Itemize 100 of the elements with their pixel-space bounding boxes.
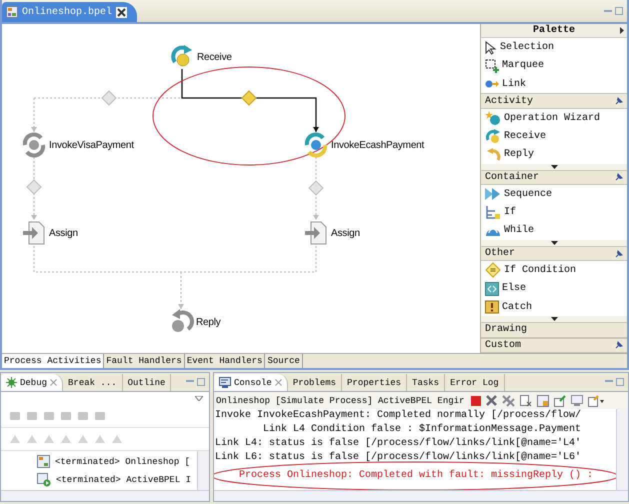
- invoke-icon[interactable]: [303, 132, 329, 158]
- display-console-icon[interactable]: [571, 394, 584, 406]
- palette-drawer[interactable]: Drawing: [481, 322, 627, 338]
- palette-tool[interactable]: If: [481, 203, 627, 222]
- pin-icon[interactable]: [615, 173, 623, 182]
- view-tab[interactable]: Break ...: [63, 374, 123, 391]
- pin-icon[interactable]: [615, 341, 623, 350]
- scroll-lock-icon[interactable]: [537, 394, 550, 406]
- open-console-icon[interactable]: [588, 394, 604, 406]
- arrow-icon[interactable]: [620, 27, 624, 34]
- link-icon: [485, 79, 499, 90]
- editor-page-tab[interactable]: Event Handlers: [184, 354, 266, 368]
- palette-tool[interactable]: Reply: [481, 146, 627, 164]
- connector-line: [31, 156, 37, 220]
- debug-tree-item[interactable]: <terminated> ActiveBPEL I: [1, 470, 197, 488]
- scrollbar[interactable]: [1, 490, 209, 501]
- debug-toolbar-icon[interactable]: [26, 433, 38, 445]
- process-icon: [37, 455, 50, 468]
- link-diamond[interactable]: [308, 180, 324, 196]
- debug-toolbar-icon[interactable]: [94, 410, 106, 422]
- view-menu-icon[interactable]: [195, 396, 203, 401]
- assign-icon[interactable]: [303, 220, 329, 246]
- connector-line: [313, 156, 319, 220]
- activity-label: Assign: [331, 228, 360, 238]
- console-description: Onlineshop [Simulate Process] ActiveBPEL Engir: [216, 396, 464, 406]
- view-tab[interactable]: Outline: [122, 374, 172, 391]
- pin-console-icon[interactable]: [554, 394, 566, 406]
- minimize-icon[interactable]: [604, 7, 612, 15]
- stop-icon[interactable]: [471, 396, 482, 406]
- receive-icon: [485, 128, 501, 144]
- debug-toolbar-icon[interactable]: [26, 410, 38, 422]
- palette-drawer[interactable]: Container: [481, 170, 627, 186]
- close-icon[interactable]: [116, 6, 128, 18]
- link-diamond[interactable]: [101, 90, 117, 106]
- debug-toolbar-icon[interactable]: [77, 433, 89, 445]
- pin-icon[interactable]: [615, 97, 623, 106]
- debug-toolbar-icon[interactable]: [9, 410, 21, 422]
- palette-tool[interactable]: Link: [481, 75, 627, 94]
- condition-diamond-icon: [485, 262, 501, 278]
- activity-label: Reply: [196, 316, 221, 328]
- debug-toolbar-icon[interactable]: [94, 433, 106, 445]
- scrollbar[interactable]: [616, 409, 628, 490]
- console-line: Link L6: status is false [/process/flow/links/link[@name='L6': [215, 451, 582, 465]
- editor-page-tab[interactable]: Process Activities: [2, 354, 104, 368]
- link-diamond[interactable]: [26, 179, 42, 195]
- engine-icon: [37, 472, 51, 486]
- scrollbar[interactable]: [214, 490, 628, 501]
- debug-toolbar-icon[interactable]: [111, 433, 123, 445]
- debug-tree-item[interactable]: <terminated> Onlineshop [: [1, 452, 197, 470]
- palette-tool[interactable]: Else: [481, 280, 627, 298]
- activity-label: InvokeEcashPayment: [331, 140, 424, 150]
- debug-toolbar-icon[interactable]: [60, 433, 72, 445]
- palette-tool[interactable]: Sequence: [481, 185, 627, 204]
- palette-drawer[interactable]: Custom: [481, 338, 627, 353]
- reply-icon: [485, 148, 501, 162]
- view-tab[interactable]: Debug: [1, 374, 64, 391]
- palette-tool[interactable]: Operation Wizard: [481, 108, 627, 128]
- activity-label: Receive: [197, 52, 232, 62]
- view-tab[interactable]: Problems: [288, 374, 342, 391]
- palette-tool[interactable]: While: [481, 222, 627, 240]
- editor-page-tab[interactable]: Fault Handlers: [104, 354, 185, 368]
- scrollbar[interactable]: [197, 451, 209, 490]
- palette-tool[interactable]: Marquee: [481, 56, 627, 76]
- palette-title: Palette: [532, 25, 575, 36]
- clear-console-icon[interactable]: [520, 394, 532, 406]
- palette-drawer[interactable]: Other: [481, 246, 627, 262]
- debug-toolbar-icon[interactable]: [9, 433, 21, 445]
- pin-icon[interactable]: [615, 250, 623, 258]
- console-line: Invoke InvokeEcashPayment: Completed normally [/process/flow/: [215, 409, 582, 423]
- console-line: Link L4 Condition false : $InformationMessage.Payment: [262, 423, 582, 437]
- bug-icon: [6, 377, 17, 388]
- remove-icon[interactable]: [486, 395, 498, 406]
- link-diamond[interactable]: [241, 90, 257, 106]
- maximize-icon[interactable]: [197, 378, 205, 386]
- palette-drawer[interactable]: Activity: [481, 93, 627, 109]
- assign-icon[interactable]: [21, 220, 47, 246]
- palette-tool[interactable]: Catch: [481, 298, 627, 316]
- debug-toolbar-icon[interactable]: [60, 410, 72, 422]
- invoke-icon[interactable]: [21, 132, 47, 158]
- debug-toolbar-icon[interactable]: [77, 410, 89, 422]
- palette-tool[interactable]: Selection: [481, 38, 627, 57]
- pointer-icon: [485, 40, 497, 55]
- process-file-icon: [6, 6, 18, 18]
- maximize-icon[interactable]: [616, 378, 624, 386]
- editor-tab[interactable]: Onlineshop.bpel: [2, 2, 138, 22]
- palette-tool[interactable]: If Condition: [481, 261, 627, 280]
- debug-toolbar-icon[interactable]: [43, 433, 55, 445]
- if-icon: [485, 205, 501, 220]
- view-tab[interactable]: Console: [214, 374, 288, 391]
- palette-tool[interactable]: Receive: [481, 127, 627, 146]
- maximize-icon[interactable]: [615, 7, 623, 15]
- debug-toolbar-icon[interactable]: [43, 410, 55, 422]
- view-tab[interactable]: Tasks: [407, 374, 446, 391]
- remove-all-icon[interactable]: [502, 394, 516, 406]
- editor-page-tab[interactable]: Source: [265, 354, 303, 368]
- view-tab[interactable]: Properties: [342, 374, 408, 391]
- console-line: Process Onlineshop: Completed with fault: missingReply () :: [239, 470, 594, 482]
- view-tab[interactable]: Error Log: [445, 374, 505, 391]
- else-icon: [485, 282, 499, 296]
- activity-label: Assign: [49, 228, 78, 238]
